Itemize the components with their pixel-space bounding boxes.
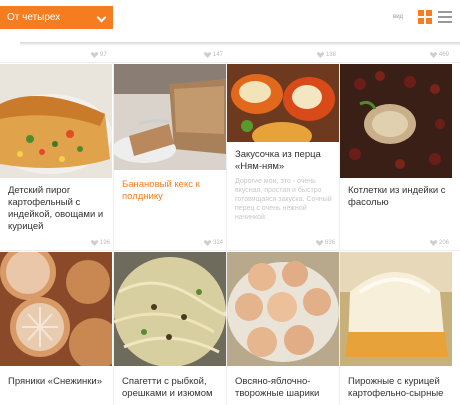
- recipe-photo: [114, 64, 226, 170]
- like-counter: 206: [430, 240, 449, 246]
- like-counter: 147: [204, 52, 223, 58]
- recipe-photo: [340, 252, 452, 366]
- recipe-title[interactable]: Детский пирог картофельный с индейкой, о…: [8, 185, 108, 233]
- like-counter: 97: [91, 52, 107, 58]
- recipe-photo: [227, 64, 339, 142]
- recipe-photo: [0, 64, 112, 178]
- heart-icon: [91, 52, 98, 58]
- heart-icon: [430, 240, 437, 246]
- recipe-card[interactable]: Овсяно-яблочно-творожные шарики: [227, 252, 339, 405]
- like-counter: 324: [204, 240, 223, 246]
- recipe-card[interactable]: Детский пирог картофельный с индейкой, о…: [0, 64, 112, 250]
- recipe-title[interactable]: Спагетти с рыбкой, орешками и изюмом: [122, 376, 222, 400]
- sort-dropdown[interactable]: От четырех: [0, 6, 113, 29]
- recipe-card[interactable]: Пирожные с курицей картофельно-сырные: [340, 252, 452, 405]
- recipe-card[interactable]: Пряники «Снежинки»: [0, 252, 112, 405]
- chevron-down-icon: [96, 12, 107, 23]
- header-shadow: [20, 42, 460, 46]
- heart-icon: [317, 52, 324, 58]
- recipe-photo: [0, 252, 112, 366]
- grid-view-icon[interactable]: [418, 10, 432, 24]
- top-toolbar: От четырех вид: [0, 0, 460, 42]
- heart-icon: [204, 52, 211, 58]
- divider: [0, 250, 460, 251]
- recipe-card[interactable]: Закусочка из перца «Ням-ням» Дорогие мои…: [227, 64, 339, 250]
- heart-icon: [91, 240, 98, 246]
- divider: [0, 62, 460, 63]
- recipe-title[interactable]: Банановый кекс к полднику: [122, 179, 222, 203]
- list-view-icon[interactable]: [438, 11, 452, 23]
- recipe-title[interactable]: Закусочка из перца «Ням-ням»: [235, 149, 335, 173]
- recipe-photo: [340, 64, 452, 178]
- recipe-description: Дорогие мои, это - очень вкусная, проста…: [235, 178, 332, 221]
- recipe-photo: [114, 252, 226, 366]
- like-counter: 469: [430, 52, 449, 58]
- recipe-card[interactable]: Спагетти с рыбкой, орешками и изюмом: [114, 252, 226, 405]
- recipe-title[interactable]: Овсяно-яблочно-творожные шарики: [235, 376, 335, 400]
- view-label: вид: [393, 14, 404, 20]
- recipe-title[interactable]: Котлетки из индейки с фасолью: [348, 185, 448, 209]
- recipe-title[interactable]: Пирожные с курицей картофельно-сырные: [348, 376, 448, 400]
- like-counter: 636: [316, 240, 335, 246]
- heart-icon: [430, 52, 437, 58]
- recipe-title[interactable]: Пряники «Снежинки»: [8, 376, 108, 388]
- heart-icon: [204, 240, 211, 246]
- like-counter: 196: [91, 240, 110, 246]
- recipe-card[interactable]: Котлетки из индейки с фасолью 206: [340, 64, 452, 250]
- recipe-photo: [227, 252, 339, 366]
- sort-dropdown-label: От четырех: [7, 12, 61, 23]
- recipe-card[interactable]: Банановый кекс к полднику 324: [114, 64, 226, 250]
- heart-icon: [316, 240, 323, 246]
- like-counter: 138: [317, 52, 336, 58]
